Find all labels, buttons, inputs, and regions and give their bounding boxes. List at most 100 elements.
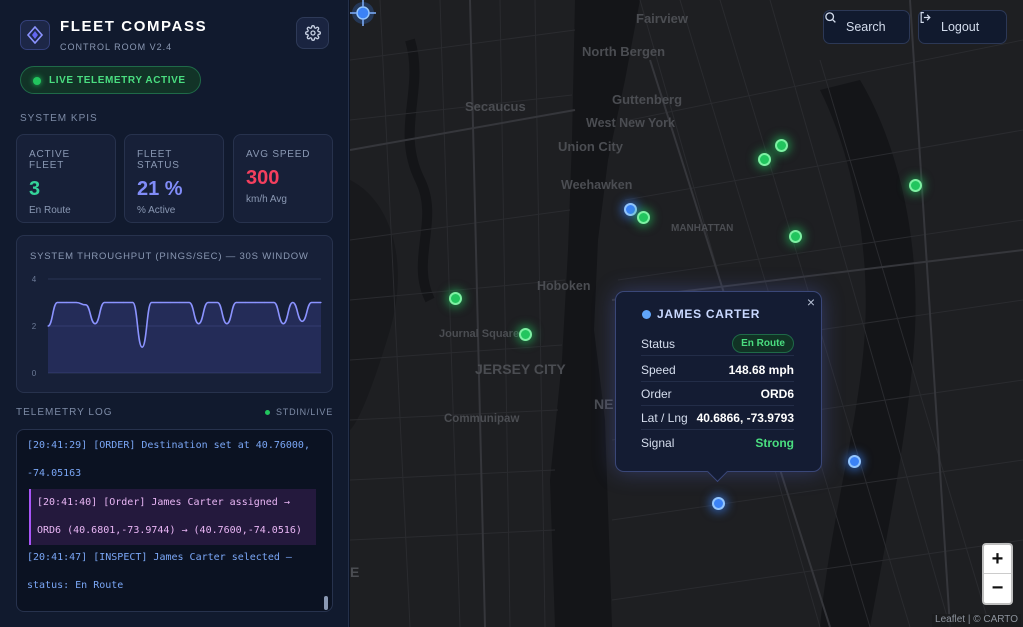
vehicle-marker[interactable]	[758, 153, 771, 166]
settings-button[interactable]	[296, 17, 329, 49]
popup-row-order: Order ORD6	[641, 382, 794, 406]
driver-name: JAMES CARTER	[642, 307, 760, 321]
throughput-point	[85, 304, 87, 306]
popup-row-status: Status En Route	[641, 332, 794, 356]
search-button[interactable]: Search	[823, 10, 910, 44]
popup-value: 40.6866, -73.9793	[696, 410, 794, 425]
vehicle-marker[interactable]	[789, 230, 802, 243]
telemetry-log-title: TELEMETRY LOG	[16, 407, 113, 418]
throughput-point	[235, 301, 237, 304]
vehicle-marker-selected[interactable]	[712, 497, 725, 510]
throughput-point	[292, 301, 294, 304]
destination-crosshair-icon[interactable]	[350, 0, 376, 26]
throughput-chart: 4 2 0	[32, 275, 322, 378]
zoom-in-button[interactable]: +	[984, 545, 1011, 574]
vehicle-popup: × JAMES CARTER Status En Route Speed 148…	[615, 291, 822, 472]
logout-button[interactable]: Logout	[918, 10, 1007, 44]
throughput-point	[207, 301, 209, 304]
throughput-point	[310, 301, 313, 304]
kpi-value: 21 %	[137, 178, 183, 200]
throughput-point	[169, 301, 171, 304]
telemetry-log-header: TELEMETRY LOG STDIN/LIVE	[16, 407, 333, 421]
popup-value: Strong	[755, 436, 794, 450]
map-label-fairview: Fairview	[636, 11, 689, 26]
y-tick-label: 0	[32, 369, 37, 378]
log-line-cont: ORD6 (40.6801,-73.9744) → (40.7600,-74.0…	[37, 525, 302, 536]
map-label-ne: NE	[594, 396, 614, 412]
vehicle-marker[interactable]	[775, 139, 788, 152]
throughput-point	[47, 325, 49, 327]
live-telemetry-label: LIVE TELEMETRY ACTIVE	[49, 74, 186, 86]
y-tick-label: 2	[32, 322, 37, 331]
popup-value: 148.68 mph	[728, 362, 794, 377]
kpi-value: 3	[29, 178, 41, 200]
vehicle-marker[interactable]	[909, 179, 922, 192]
log-line: [20:41:47] [INSPECT] James Carter select…	[27, 552, 292, 563]
throughput-point	[113, 301, 115, 304]
map-label-journal-square: Journal Square	[439, 328, 520, 340]
popup-row-speed: Speed 148.68 mph	[641, 358, 794, 382]
search-icon	[825, 12, 836, 23]
log-line-cont: -74.05163	[27, 468, 82, 479]
throughput-point	[254, 301, 256, 304]
throughput-point	[56, 301, 59, 304]
map-label-north-bergen: North Bergen	[582, 44, 666, 59]
popup-row-signal: Signal Strong	[641, 431, 794, 455]
logout-button-label: Logout	[941, 20, 980, 34]
map-label-e: E	[350, 564, 360, 580]
app-root: FLEET COMPASS CONTROL ROOM V2.4 LIVE TEL…	[0, 0, 1023, 627]
kpi-unit: km/h Avg	[246, 194, 287, 205]
map-label-jersey-city: JERSEY CITY	[475, 361, 566, 377]
throughput-point	[94, 323, 96, 325]
compass-logo-icon	[20, 20, 50, 50]
popup-key: Speed	[641, 362, 676, 377]
logout-icon	[920, 12, 931, 23]
throughput-point	[216, 301, 219, 304]
map-label-secaucus: Secaucus	[465, 99, 526, 114]
map-label-west-new-york: West New York	[586, 116, 675, 130]
throughput-point	[103, 301, 106, 304]
throughput-point	[273, 301, 275, 304]
sidebar: FLEET COMPASS CONTROL ROOM V2.4 LIVE TEL…	[0, 0, 349, 627]
throughput-chart-card: SYSTEM THROUGHPUT (PINGS/SEC) — 30S WIND…	[16, 235, 333, 393]
log-entry-highlighted: [20:41:40] [Order] James Carter assigned…	[29, 489, 316, 545]
zoom-out-button[interactable]: −	[984, 574, 1011, 603]
popup-key: Status	[641, 336, 676, 351]
throughput-point	[122, 301, 124, 304]
throughput-point	[150, 301, 153, 304]
live-telemetry-badge: LIVE TELEMETRY ACTIVE	[20, 66, 201, 94]
app-subtitle: CONTROL ROOM V2.4	[60, 42, 173, 52]
vehicle-marker[interactable]	[848, 455, 861, 468]
kpi-label: AVG SPEED	[246, 149, 311, 160]
map-attribution[interactable]: Leaflet | © CARTO	[932, 614, 1021, 627]
telemetry-log[interactable]: [20:41:29] [ORDER] Destination set at 40…	[16, 429, 333, 612]
vehicle-marker[interactable]	[624, 203, 637, 216]
throughput-point	[141, 346, 143, 348]
throughput-point	[320, 301, 322, 304]
map-view[interactable]: Fairview North Bergen Secaucus Guttenber…	[350, 0, 1023, 627]
popup-key: Signal	[641, 436, 675, 450]
map-label-manhattan: MANHATTAN	[671, 223, 734, 234]
map-label-hoboken: Hoboken	[537, 279, 591, 293]
log-scrollbar[interactable]	[324, 596, 328, 610]
kpi-card-avg-speed: AVG SPEED 300 km/h Avg	[233, 134, 333, 223]
throughput-point	[301, 320, 303, 322]
kpi-label: FLEET STATUS	[137, 149, 180, 171]
kpi-value: 300	[246, 167, 280, 189]
search-button-label: Search	[846, 20, 886, 34]
log-entry: [20:41:29] [ORDER] Destination set at 40…	[27, 432, 322, 488]
throughput-point	[282, 323, 284, 325]
kpi-section-label: SYSTEM KPIS	[20, 113, 98, 124]
live-indicator-dot	[33, 77, 41, 85]
close-icon[interactable]: ×	[807, 294, 815, 310]
throughput-point	[179, 301, 181, 304]
throughput-point	[263, 301, 266, 304]
map-label-union-city: Union City	[558, 139, 623, 154]
throughput-point	[75, 301, 77, 304]
vehicle-marker[interactable]	[449, 292, 462, 305]
kpi-card-fleet-status: FLEET STATUS 21 % % Active	[124, 134, 224, 223]
vehicle-marker[interactable]	[519, 328, 532, 341]
map-label-communipaw: Communipaw	[444, 413, 520, 425]
vehicle-marker[interactable]	[637, 211, 650, 224]
throughput-area	[48, 302, 321, 373]
